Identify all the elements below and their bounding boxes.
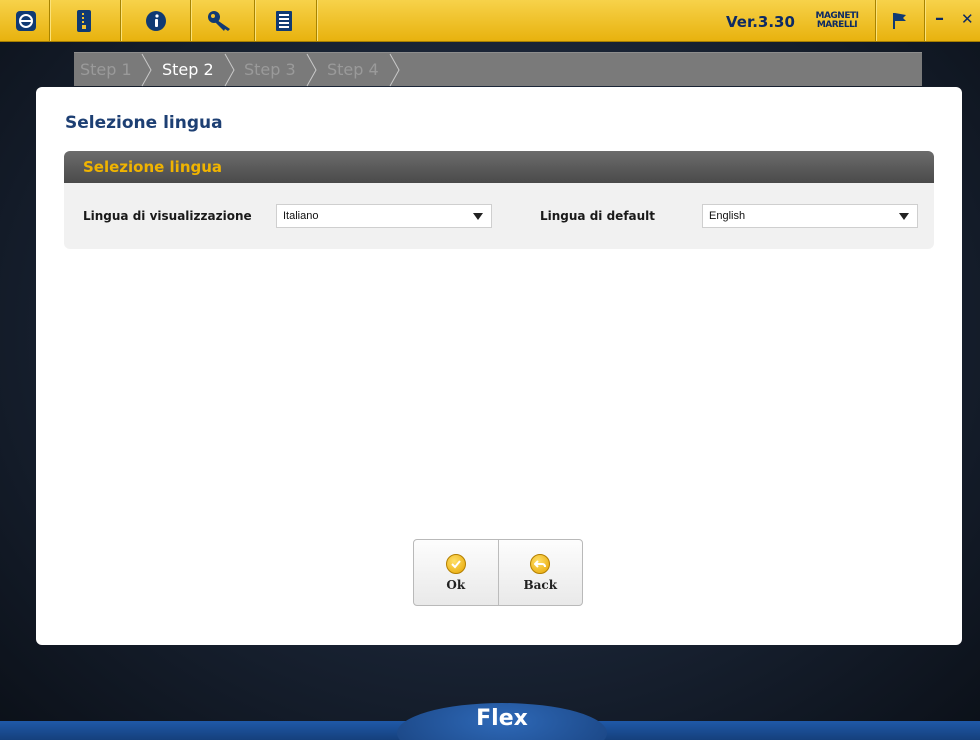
ok-label: Ok — [446, 577, 466, 592]
brand-logo-line2: MARELLI — [816, 20, 858, 30]
separator — [924, 0, 925, 41]
chevron-right-icon — [141, 53, 152, 87]
checkmark-icon — [445, 553, 466, 574]
display-language-value: Italiano — [283, 210, 319, 222]
step-1: Step 1 — [80, 60, 132, 79]
product-name: Flex — [476, 706, 528, 731]
default-language-select[interactable]: English — [702, 204, 918, 228]
minimize-button[interactable]: – — [935, 8, 944, 29]
step-3: Step 3 — [244, 60, 296, 79]
chevron-right-icon — [224, 53, 235, 87]
default-language-label: Lingua di default — [540, 209, 656, 223]
back-label: Back — [523, 577, 558, 592]
separator — [49, 0, 50, 41]
info-button[interactable] — [136, 0, 176, 41]
separator — [254, 0, 255, 41]
home-button[interactable] — [10, 0, 42, 41]
separator — [120, 0, 121, 41]
wizard-steps: Step 1 Step 2 Step 3 Step 4 — [74, 52, 922, 87]
action-buttons: Ok Back — [413, 539, 583, 606]
language-flag-button[interactable] — [884, 0, 914, 41]
brand-logo: MAGNETI MARELLI — [811, 8, 863, 34]
back-button[interactable]: Back — [497, 540, 583, 605]
chevron-right-icon — [306, 53, 317, 87]
separator — [316, 0, 317, 41]
dropdown-arrow-icon — [899, 213, 909, 220]
notes-button[interactable] — [264, 0, 304, 41]
separator — [190, 0, 191, 41]
display-language-select[interactable]: Italiano — [276, 204, 492, 228]
language-section: Selezione lingua Lingua di visualizzazio… — [64, 151, 934, 249]
section-title: Selezione lingua — [64, 151, 934, 183]
flag-icon — [893, 12, 906, 29]
step-2: Step 2 — [162, 60, 214, 79]
manual-button[interactable] — [64, 0, 104, 41]
ok-button[interactable]: Ok — [414, 540, 498, 605]
key-icon — [208, 10, 230, 31]
page-title: Selezione lingua — [65, 113, 223, 133]
default-language-value: English — [709, 210, 746, 222]
top-toolbar: Ver.3.30 MAGNETI MARELLI – ✕ — [0, 0, 980, 42]
book-icon — [77, 9, 91, 32]
chevron-right-icon — [389, 53, 400, 87]
document-icon — [276, 10, 292, 31]
info-icon — [146, 10, 166, 31]
main-panel: Selezione lingua Selezione lingua Lingua… — [36, 87, 962, 645]
back-arrow-icon — [530, 553, 551, 574]
separator — [875, 0, 876, 41]
key-button[interactable] — [200, 0, 240, 41]
connect-icon — [16, 10, 36, 31]
version-label: Ver.3.30 — [726, 13, 795, 31]
step-4: Step 4 — [327, 60, 379, 79]
dropdown-arrow-icon — [473, 213, 483, 220]
close-button[interactable]: ✕ — [961, 10, 974, 28]
display-language-label: Lingua di visualizzazione — [83, 209, 252, 223]
